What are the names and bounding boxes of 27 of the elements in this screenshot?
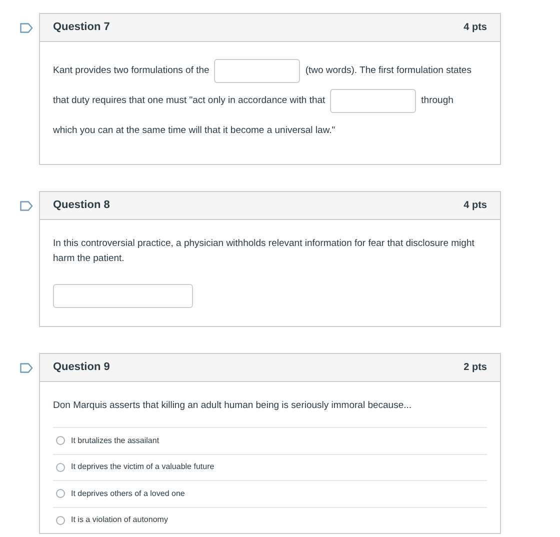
question-text: In this controversial practice, a physician withholds relevant information for fear that disclosure might harm the patient.: [53, 237, 476, 266]
question-title: Question 9: [53, 360, 110, 376]
points-label: 4 pts: [464, 199, 487, 213]
question-text: that duty requires that one must "act only in accordance with that: [53, 94, 326, 108]
answer-option[interactable]: It brutalizes the assailant: [71, 434, 160, 447]
answer-option[interactable]: It is a violation of autonomy: [71, 514, 168, 526]
radio-button[interactable]: [56, 436, 65, 446]
radio-button[interactable]: [56, 462, 65, 472]
answer-field[interactable]: [214, 59, 300, 83]
flag-icon[interactable]: [20, 23, 33, 33]
flag-icon[interactable]: [20, 363, 33, 373]
radio-button[interactable]: [56, 489, 65, 498]
radio-button[interactable]: [56, 516, 65, 525]
answer-option[interactable]: It deprives the victim of a valuable future: [71, 461, 214, 474]
question-text: which you can at the same time will that it become a universal law.": [53, 124, 336, 138]
answer-field[interactable]: [330, 89, 416, 113]
question-title: Question 7: [53, 20, 110, 36]
points-label: 4 pts: [464, 21, 487, 35]
answer-field[interactable]: [53, 284, 193, 308]
flag-icon[interactable]: [20, 201, 33, 211]
answer-option[interactable]: It deprives others of a loved one: [71, 488, 185, 500]
question-title: Question 8: [53, 198, 110, 214]
question-text: Don Marquis asserts that killing an adult human being is seriously immoral because...: [53, 399, 413, 413]
question-text: Kant provides two formulations of the: [53, 64, 210, 78]
question-text: (two words). The first formulation states: [305, 64, 472, 78]
points-label: 2 pts: [464, 361, 487, 375]
question-text: through: [421, 94, 454, 108]
